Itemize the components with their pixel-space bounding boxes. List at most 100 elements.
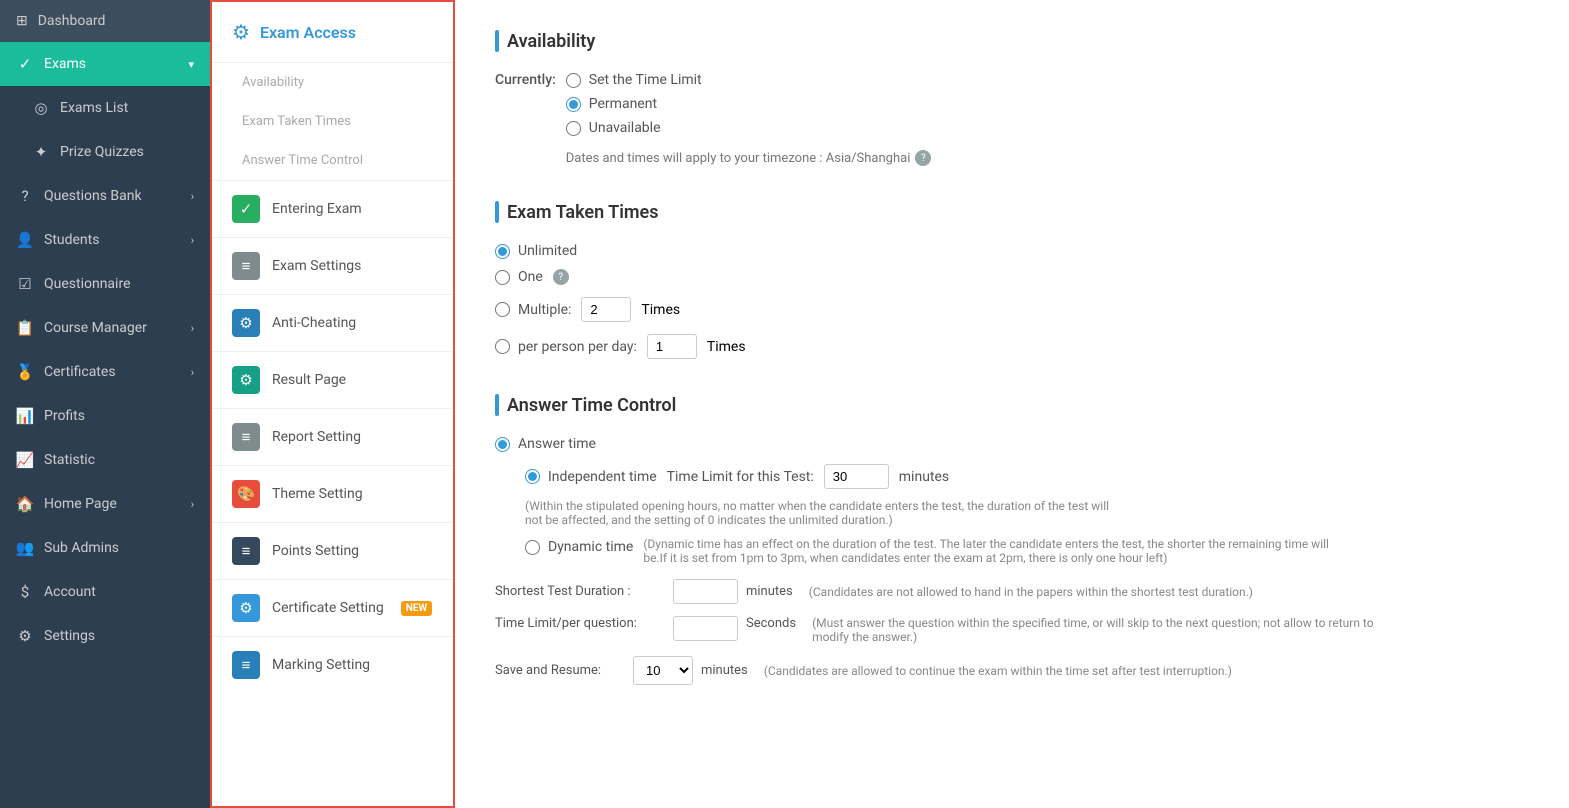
course-manager-icon: 📋 bbox=[16, 319, 34, 337]
sidebar-item-sub-admins[interactable]: 👥 Sub Admins bbox=[0, 526, 210, 570]
prize-quizzes-icon: ✦ bbox=[32, 143, 50, 161]
panel-section-points-setting[interactable]: ≡ Points Setting bbox=[212, 522, 453, 579]
panel-section-anti-cheating[interactable]: ⚙ Anti-Cheating bbox=[212, 294, 453, 351]
sidebar-item-prize-quizzes[interactable]: ✦ Prize Quizzes bbox=[0, 130, 210, 174]
answer-time-control-title: Answer Time Control bbox=[495, 394, 1529, 416]
sidebar-item-dashboard[interactable]: ⊞ Dashboard bbox=[0, 0, 210, 42]
one-option[interactable]: One bbox=[495, 269, 543, 285]
exams-list-icon: ◎ bbox=[32, 99, 50, 117]
account-icon: $ bbox=[16, 583, 34, 601]
save-resume-select[interactable]: 10 20 30 60 120 bbox=[633, 656, 693, 685]
sidebar-item-label: Questionnaire bbox=[44, 276, 194, 292]
independent-time-description: (Within the stipulated opening hours, no… bbox=[525, 499, 1125, 527]
content-area: Availability Currently: Set the Time Lim… bbox=[455, 0, 1569, 808]
sidebar-item-certificates[interactable]: 🏅 Certificates › bbox=[0, 350, 210, 394]
sidebar-item-home-page[interactable]: 🏠 Home Page › bbox=[0, 482, 210, 526]
independent-time-radio[interactable] bbox=[525, 469, 540, 484]
sidebar-item-questionnaire[interactable]: ☑ Questionnaire bbox=[0, 262, 210, 306]
per-person-times-input[interactable] bbox=[647, 334, 697, 359]
dynamic-time-label: Dynamic time bbox=[548, 539, 633, 555]
set-time-limit-radio[interactable] bbox=[566, 73, 581, 88]
sidebar-item-label: Certificates bbox=[44, 364, 181, 380]
timezone-help-icon[interactable]: ? bbox=[915, 150, 931, 166]
panel-sub-answer-time-control[interactable]: Answer Time Control bbox=[212, 141, 453, 180]
panel-section-result-page[interactable]: ⚙ Result Page bbox=[212, 351, 453, 408]
certificate-setting-label: Certificate Setting bbox=[272, 600, 384, 616]
one-label: One bbox=[518, 269, 543, 285]
answer-time-radio[interactable] bbox=[495, 437, 510, 452]
independent-time-option[interactable]: Independent time bbox=[525, 469, 657, 485]
sidebar-item-course-manager[interactable]: 📋 Course Manager › bbox=[0, 306, 210, 350]
sidebar-item-questions-bank[interactable]: ? Questions Bank › bbox=[0, 174, 210, 218]
multiple-option[interactable]: Multiple: bbox=[495, 302, 571, 318]
one-radio[interactable] bbox=[495, 270, 510, 285]
panel-section-marking-setting[interactable]: ≡ Marking Setting bbox=[212, 636, 453, 693]
sidebar-item-students[interactable]: 👤 Students › bbox=[0, 218, 210, 262]
exams-icon: ✓ bbox=[16, 55, 34, 73]
panel-section-certificate-setting[interactable]: ⚙ Certificate Setting NEW bbox=[212, 579, 453, 636]
sidebar-item-label: Profits bbox=[44, 408, 194, 424]
per-person-option[interactable]: per person per day: bbox=[495, 339, 637, 355]
exam-access-title: Exam Access bbox=[260, 23, 356, 42]
time-limit-per-question-input[interactable] bbox=[673, 616, 738, 641]
availability-title: Availability bbox=[495, 30, 1529, 52]
exam-settings-label: Exam Settings bbox=[272, 258, 361, 274]
panel-section-report-setting[interactable]: ≡ Report Setting bbox=[212, 408, 453, 465]
sidebar-item-exams[interactable]: ✓ Exams ▾ bbox=[0, 42, 210, 86]
sub-admins-icon: 👥 bbox=[16, 539, 34, 557]
multiple-option-row: Multiple: Times bbox=[495, 297, 1529, 322]
sidebar-item-account[interactable]: $ Account bbox=[0, 570, 210, 614]
one-help-icon[interactable]: ? bbox=[553, 269, 569, 285]
multiple-times-suffix: Times bbox=[641, 302, 680, 318]
sidebar-item-exams-list[interactable]: ◎ Exams List bbox=[0, 86, 210, 130]
chevron-right-icon: › bbox=[191, 322, 194, 335]
permanent-radio[interactable] bbox=[566, 97, 581, 112]
report-setting-label: Report Setting bbox=[272, 429, 361, 445]
sidebar-item-label: Exams bbox=[44, 56, 178, 72]
answer-time-option[interactable]: Answer time bbox=[495, 436, 1529, 452]
set-time-limit-option[interactable]: Set the Time Limit bbox=[566, 72, 932, 88]
per-person-radio[interactable] bbox=[495, 339, 510, 354]
panel-sub-exam-taken-times[interactable]: Exam Taken Times bbox=[212, 102, 453, 141]
unavailable-label: Unavailable bbox=[589, 120, 661, 136]
main-area: ⚙ Exam Access Availability Exam Taken Ti… bbox=[210, 0, 1569, 808]
sidebar-item-label: Exams List bbox=[60, 100, 194, 116]
time-limit-label: Time Limit for this Test: bbox=[667, 469, 814, 485]
chevron-right-icon: › bbox=[191, 234, 194, 247]
sidebar-item-statistic[interactable]: 📈 Statistic bbox=[0, 438, 210, 482]
availability-section: Availability Currently: Set the Time Lim… bbox=[495, 30, 1529, 166]
multiple-times-input[interactable] bbox=[581, 297, 631, 322]
result-page-label: Result Page bbox=[272, 372, 346, 388]
shortest-test-input[interactable] bbox=[673, 579, 738, 604]
panel-section-entering-exam[interactable]: ✓ Entering Exam bbox=[212, 180, 453, 237]
sidebar-item-settings[interactable]: ⚙ Settings bbox=[0, 614, 210, 658]
questionnaire-icon: ☑ bbox=[16, 275, 34, 293]
panel-header: ⚙ Exam Access bbox=[212, 2, 453, 63]
time-limit-per-question-label: Time Limit/per question: bbox=[495, 616, 665, 631]
certificates-icon: 🏅 bbox=[16, 363, 34, 381]
settings-icon: ⚙ bbox=[16, 627, 34, 645]
dynamic-time-radio[interactable] bbox=[525, 540, 540, 555]
home-page-icon: 🏠 bbox=[16, 495, 34, 513]
sidebar-item-profits[interactable]: 📊 Profits bbox=[0, 394, 210, 438]
anti-cheating-icon: ⚙ bbox=[232, 309, 260, 337]
panel-sub-availability[interactable]: Availability bbox=[212, 63, 453, 102]
unlimited-radio[interactable] bbox=[495, 244, 510, 259]
exam-taken-times-section: Exam Taken Times Unlimited One ? Multipl… bbox=[495, 201, 1529, 359]
currently-row: Currently: Set the Time Limit Permanent … bbox=[495, 72, 1529, 166]
unavailable-radio[interactable] bbox=[566, 121, 581, 136]
chevron-down-icon: ▾ bbox=[188, 58, 194, 71]
timezone-note: Dates and times will apply to your timez… bbox=[566, 150, 932, 166]
dynamic-time-option[interactable]: Dynamic time bbox=[525, 539, 633, 555]
shortest-test-unit: minutes bbox=[746, 584, 793, 599]
multiple-radio[interactable] bbox=[495, 302, 510, 317]
theme-setting-label: Theme Setting bbox=[272, 486, 363, 502]
anti-cheating-label: Anti-Cheating bbox=[272, 315, 356, 331]
permanent-option[interactable]: Permanent bbox=[566, 96, 932, 112]
panel-section-theme-setting[interactable]: 🎨 Theme Setting bbox=[212, 465, 453, 522]
save-resume-label: Save and Resume: bbox=[495, 663, 625, 678]
unavailable-option[interactable]: Unavailable bbox=[566, 120, 932, 136]
time-limit-input[interactable] bbox=[824, 464, 889, 489]
unlimited-option[interactable]: Unlimited bbox=[495, 243, 1529, 259]
panel-section-exam-settings[interactable]: ≡ Exam Settings bbox=[212, 237, 453, 294]
